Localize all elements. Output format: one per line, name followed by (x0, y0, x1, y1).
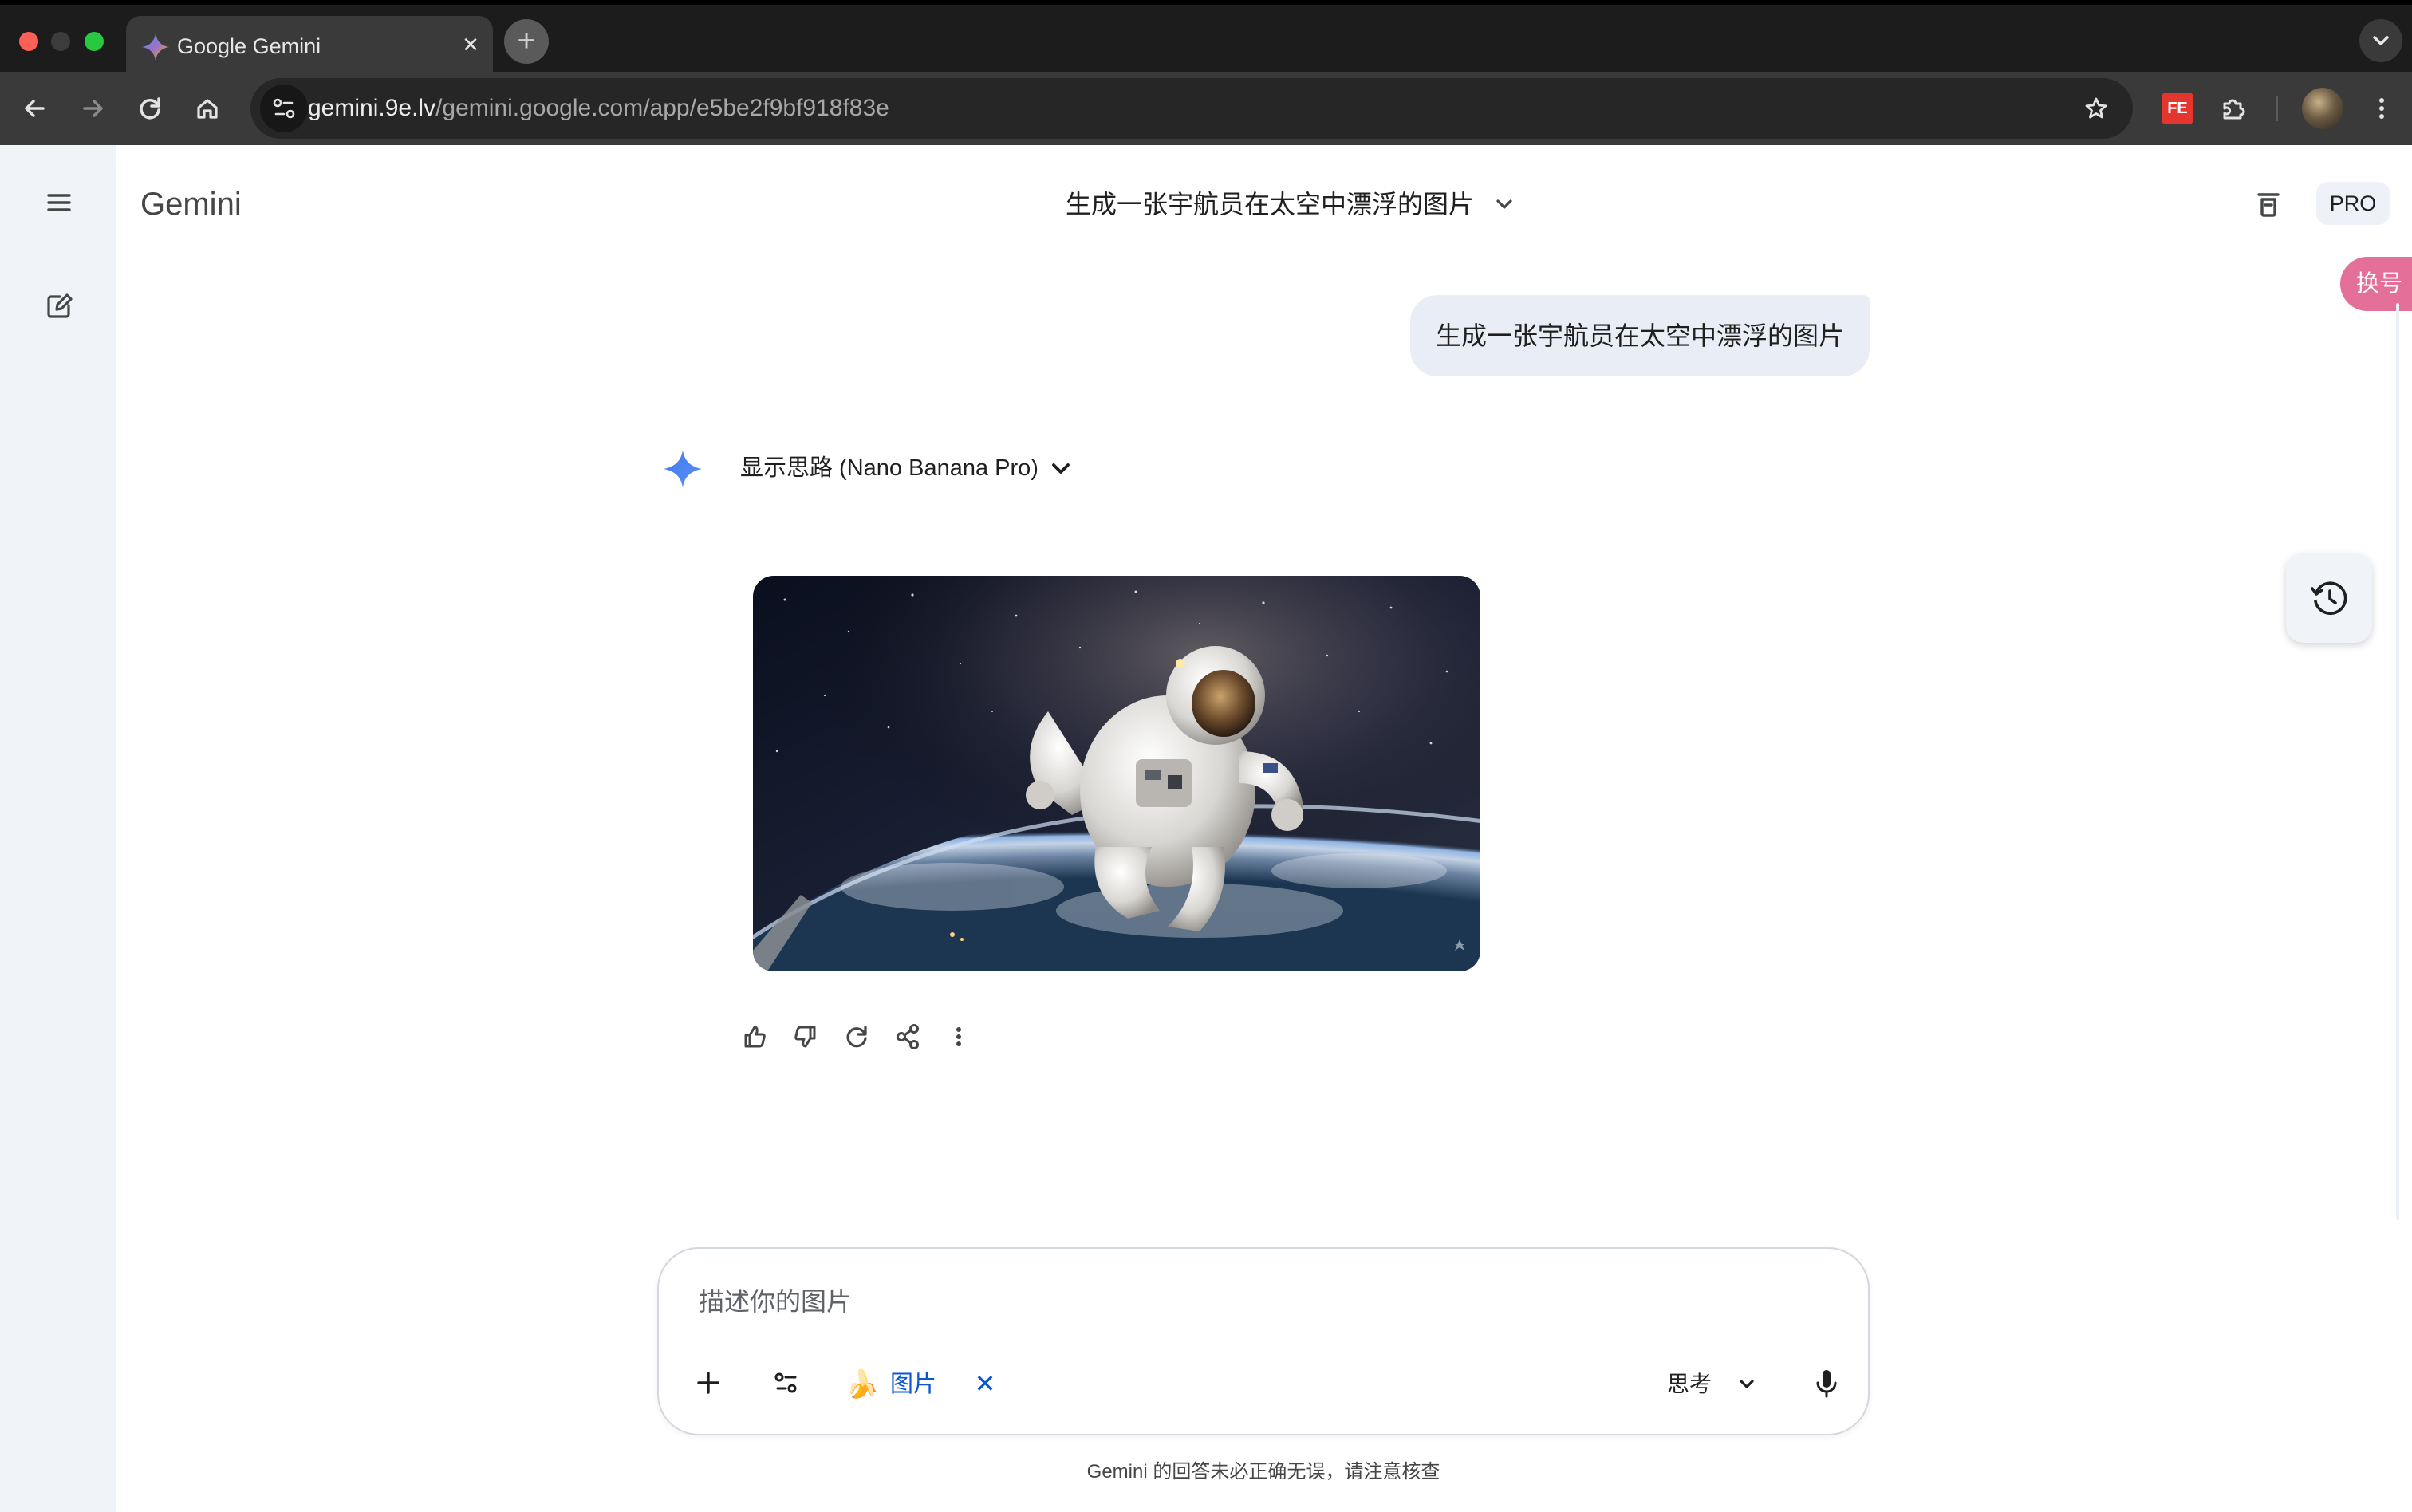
gemini-brand[interactable]: Gemini (140, 180, 242, 228)
extension-fe-icon[interactable]: FE (2162, 93, 2193, 124)
user-message-bubble: 生成一张宇航员在太空中漂浮的图片 (1410, 295, 1870, 376)
tools-icon[interactable] (763, 1359, 810, 1407)
prompt-input[interactable]: 描述你的图片 (699, 1282, 852, 1321)
more-options-icon[interactable] (936, 1014, 981, 1059)
url-text: gemini.9e.lv/gemini.google.com/app/e5be2… (308, 78, 889, 139)
account-switch-button[interactable]: 换号 (2340, 257, 2412, 311)
browser-menu-icon[interactable] (2359, 86, 2404, 131)
new-tab-button[interactable]: + (504, 19, 549, 64)
window-minimize-button[interactable] (51, 32, 70, 51)
tab-search-button[interactable] (2359, 19, 2402, 62)
extensions-puzzle-icon[interactable] (2211, 86, 2256, 131)
browser-tab-strip: Google Gemini × + (0, 0, 2412, 77)
url-host: gemini.9e.lv (308, 95, 436, 121)
chevron-down-icon[interactable] (1485, 185, 1523, 223)
bookmark-star-icon[interactable] (2074, 86, 2118, 131)
microphone-icon[interactable] (1803, 1357, 1850, 1408)
prompt-composer[interactable]: 描述你的图片 🍌 图片 ✕ 思考 (657, 1247, 1870, 1435)
tab-title: Google Gemini (177, 34, 321, 58)
conversation-title[interactable]: 生成一张宇航员在太空中漂浮的图片 (1066, 180, 1474, 228)
home-icon[interactable] (185, 86, 230, 131)
back-arrow-icon[interactable] (13, 86, 57, 131)
left-rail (0, 145, 116, 1512)
add-attachment-icon[interactable] (684, 1359, 732, 1407)
generated-image[interactable] (753, 576, 1480, 971)
profile-avatar[interactable] (2302, 88, 2343, 129)
reload-icon[interactable] (128, 86, 172, 131)
history-button[interactable] (2286, 553, 2372, 643)
thumbs-up-icon[interactable] (732, 1014, 777, 1059)
chevron-down-icon[interactable] (1042, 450, 1080, 488)
chevron-down-icon (1728, 1365, 1766, 1404)
browser-tab-active[interactable]: Google Gemini × (126, 16, 493, 77)
disclaimer-text: Gemini 的回答未必正确无误，请注意核查 (1086, 1461, 1440, 1482)
window-zoom-button[interactable] (85, 32, 104, 51)
image-tool-label: 图片 (890, 1372, 937, 1397)
delete-chat-icon[interactable] (2244, 180, 2292, 228)
forward-arrow-icon[interactable] (70, 86, 115, 131)
address-bar[interactable]: gemini.9e.lv/gemini.google.com/app/e5be2… (250, 78, 2133, 139)
mode-label: 思考 (1667, 1372, 1712, 1396)
gemini-favicon-icon (137, 29, 174, 65)
show-thinking-toggle[interactable]: 显示思路 (Nano Banana Pro) (740, 448, 1038, 488)
browser-toolbar: gemini.9e.lv/gemini.google.com/app/e5be2… (0, 72, 2412, 145)
new-chat-icon[interactable] (35, 282, 83, 330)
remove-tool-close-icon[interactable]: ✕ (965, 1364, 1005, 1404)
toolbar-separator (2276, 96, 2278, 121)
thumbs-down-icon[interactable] (783, 1014, 828, 1059)
pro-plan-badge[interactable]: PRO (2316, 182, 2390, 225)
tab-close-icon[interactable]: × (453, 27, 488, 62)
site-settings-icon[interactable] (260, 85, 308, 132)
main-menu-icon[interactable] (35, 179, 83, 226)
share-icon[interactable] (885, 1014, 930, 1059)
url-path: /gemini.google.com/app/e5be2f9bf918f83e (436, 95, 889, 121)
banana-icon: 🍌 (845, 1369, 880, 1400)
window-close-button[interactable] (19, 32, 38, 51)
gemini-sparkle-icon (660, 447, 705, 491)
regenerate-icon[interactable] (834, 1014, 879, 1059)
scrollbar-track[interactable] (2396, 303, 2399, 1220)
